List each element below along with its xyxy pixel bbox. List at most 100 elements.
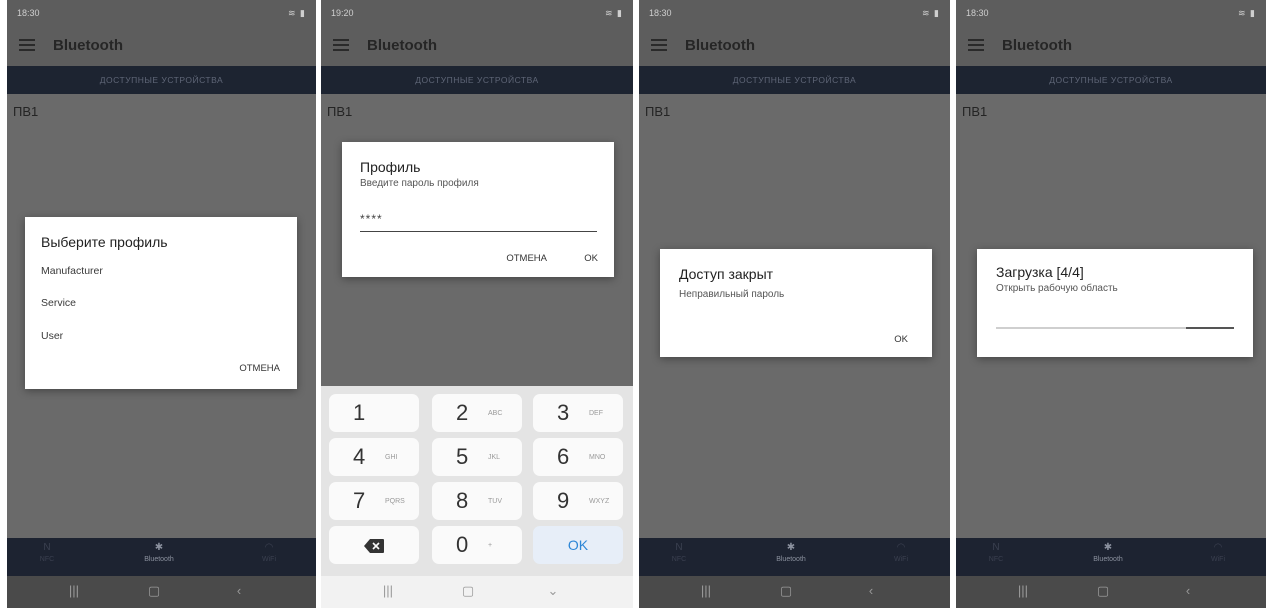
dialog-title: Доступ закрыт: [679, 266, 774, 282]
wifi-icon: ◠: [264, 542, 274, 553]
dialog-title: Выберите профиль: [41, 234, 168, 250]
ok-button[interactable]: OK: [894, 334, 908, 345]
ok-button[interactable]: OK: [584, 253, 598, 264]
dialog-title: Профиль: [360, 159, 421, 175]
hamburger-menu-icon[interactable]: [333, 38, 349, 52]
device-list-item[interactable]: ПВ1: [645, 104, 670, 119]
device-list-item[interactable]: ПВ1: [13, 104, 38, 119]
profile-option-user[interactable]: User: [41, 330, 63, 342]
status-bar: 18:30 ≋ ▮: [956, 0, 1266, 26]
status-bar: 18:30 ≋ ▮: [639, 0, 950, 26]
key-7[interactable]: 7 PQRS: [329, 482, 419, 520]
hamburger-menu-icon[interactable]: [19, 38, 35, 52]
nav-item-nfc[interactable]: N NFC: [7, 542, 87, 563]
dialog-subtitle: Введите пароль профиля: [360, 178, 479, 189]
key-2[interactable]: 2 ABC: [432, 394, 522, 432]
app-title: Bluetooth: [685, 37, 755, 54]
wifi-icon: ◠: [1213, 542, 1223, 553]
recent-apps-icon[interactable]: |||: [691, 583, 721, 598]
key-9[interactable]: 9 WXYZ: [533, 482, 623, 520]
nfc-icon: N: [675, 542, 683, 553]
nav-item-bluetooth[interactable]: ✱ Bluetooth: [119, 542, 199, 563]
dialog-message: Открыть рабочую область: [996, 283, 1118, 294]
tab-available-devices[interactable]: ДОСТУПНЫЕ УСТРОЙСТВА: [321, 66, 633, 94]
device-list-item[interactable]: ПВ1: [962, 104, 987, 119]
tab-available-devices[interactable]: ДОСТУПНЫЕ УСТРОЙСТВА: [7, 66, 316, 94]
home-icon[interactable]: ▢: [771, 583, 801, 599]
home-icon[interactable]: ▢: [139, 583, 169, 599]
nav-label: NFC: [671, 556, 687, 563]
status-time: 19:20: [331, 8, 354, 18]
system-navigation-bar: ||| ▢ ⌄: [321, 576, 633, 608]
home-icon[interactable]: ▢: [453, 583, 483, 599]
app-title: Bluetooth: [53, 37, 123, 54]
nfc-icon: N: [43, 542, 51, 553]
bluetooth-icon: ✱: [786, 542, 796, 553]
nav-label: Bluetooth: [144, 556, 174, 563]
recent-apps-icon[interactable]: |||: [1008, 583, 1038, 598]
status-bar: 19:20 ≋ ▮: [321, 0, 633, 26]
access-denied-dialog: Доступ закрыт Неправильный пароль OK: [660, 249, 932, 357]
status-icons: ≋ ▮: [1238, 8, 1256, 18]
phone-screen-loading: 18:30 ≋ ▮ Bluetooth ДОСТУПНЫЕ УСТРОЙСТВА…: [956, 0, 1266, 608]
nav-item-bluetooth[interactable]: ✱ Bluetooth: [751, 542, 831, 563]
back-icon[interactable]: ‹: [1173, 583, 1203, 598]
bottom-navigation: N NFC ✱ Bluetooth ◠ WiFi: [956, 538, 1266, 576]
backspace-key[interactable]: [329, 526, 419, 564]
app-title: Bluetooth: [1002, 37, 1072, 54]
profile-option-service[interactable]: Service: [41, 297, 76, 309]
status-icons: ≋ ▮: [288, 8, 306, 18]
home-icon[interactable]: ▢: [1088, 583, 1118, 599]
cancel-button[interactable]: ОТМЕНА: [239, 363, 280, 374]
status-time: 18:30: [649, 8, 672, 18]
nav-label: NFC: [39, 556, 55, 563]
progress-bar: [996, 327, 1234, 329]
app-bar: Bluetooth: [321, 26, 633, 66]
app-bar: Bluetooth: [956, 26, 1266, 66]
chevron-down-icon[interactable]: ⌄: [538, 583, 568, 599]
back-icon[interactable]: ‹: [224, 583, 254, 598]
status-time: 18:30: [966, 8, 989, 18]
status-time: 18:30: [17, 8, 40, 18]
nav-label: WiFi: [1211, 556, 1225, 563]
password-input[interactable]: [360, 206, 597, 232]
status-icons: ≋ ▮: [922, 8, 940, 18]
profile-select-dialog: Выберите профиль Manufacturer Service Us…: [25, 217, 297, 389]
nav-item-nfc[interactable]: N NFC: [639, 542, 719, 563]
bottom-navigation: N NFC ✱ Bluetooth ◠ WiFi: [7, 538, 316, 576]
cancel-button[interactable]: ОТМЕНА: [506, 253, 547, 264]
back-icon[interactable]: ‹: [856, 583, 886, 598]
key-8[interactable]: 8 TUV: [432, 482, 522, 520]
hamburger-menu-icon[interactable]: [651, 38, 667, 52]
phone-screen-profile-select: 18:30 ≋ ▮ Bluetooth ДОСТУПНЫЕ УСТРОЙСТВА…: [7, 0, 316, 608]
app-bar: Bluetooth: [7, 26, 316, 66]
nav-item-wifi[interactable]: ◠ WiFi: [229, 542, 309, 563]
keypad-ok-button[interactable]: OK: [533, 526, 623, 564]
tab-available-devices[interactable]: ДОСТУПНЫЕ УСТРОЙСТВА: [956, 66, 1266, 94]
key-0[interactable]: 0 +: [432, 526, 522, 564]
nav-item-wifi[interactable]: ◠ WiFi: [861, 542, 941, 563]
wifi-icon: ◠: [896, 542, 906, 553]
key-4[interactable]: 4 GHI: [329, 438, 419, 476]
recent-apps-icon[interactable]: |||: [373, 583, 403, 598]
profile-option-manufacturer[interactable]: Manufacturer: [41, 265, 103, 277]
recent-apps-icon[interactable]: |||: [59, 583, 89, 598]
loading-dialog: Загрузка [4/4] Открыть рабочую область: [977, 249, 1253, 357]
key-3[interactable]: 3 DEF: [533, 394, 623, 432]
hamburger-menu-icon[interactable]: [968, 38, 984, 52]
key-6[interactable]: 6 MNO: [533, 438, 623, 476]
key-1[interactable]: 1: [329, 394, 419, 432]
nav-label: NFC: [988, 556, 1004, 563]
key-5[interactable]: 5 JKL: [432, 438, 522, 476]
tab-available-devices[interactable]: ДОСТУПНЫЕ УСТРОЙСТВА: [639, 66, 950, 94]
system-navigation-bar: ||| ▢ ‹: [639, 576, 950, 608]
phone-screen-access-denied: 18:30 ≋ ▮ Bluetooth ДОСТУПНЫЕ УСТРОЙСТВА…: [639, 0, 950, 608]
device-list-item[interactable]: ПВ1: [327, 104, 352, 119]
nav-label: WiFi: [894, 556, 908, 563]
nav-item-nfc[interactable]: N NFC: [956, 542, 1036, 563]
system-navigation-bar: ||| ▢ ‹: [7, 576, 316, 608]
nav-item-wifi[interactable]: ◠ WiFi: [1178, 542, 1258, 563]
nav-label: Bluetooth: [1093, 556, 1123, 563]
progress-fill: [1186, 327, 1234, 329]
nav-item-bluetooth[interactable]: ✱ Bluetooth: [1068, 542, 1148, 563]
